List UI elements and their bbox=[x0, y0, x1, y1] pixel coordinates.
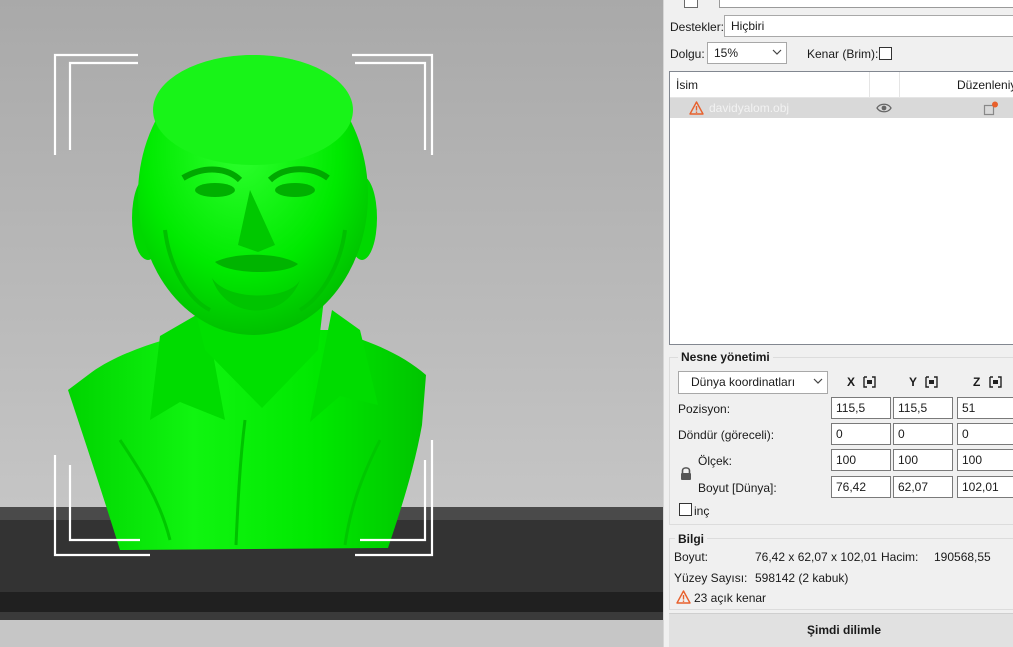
size-z-input[interactable]: 102,01 bbox=[957, 476, 1013, 498]
axis-x-header: X bbox=[847, 375, 876, 389]
size-label: Boyut [Dünya]: bbox=[698, 481, 777, 495]
rotate-z-input[interactable]: 0 bbox=[957, 423, 1013, 445]
chevron-down-icon bbox=[813, 378, 823, 384]
infill-label: Dolgu: bbox=[670, 47, 705, 61]
rotate-y-input[interactable]: 0 bbox=[893, 423, 953, 445]
column-name-header[interactable]: İsim bbox=[676, 78, 698, 92]
top-partial-control[interactable] bbox=[719, 0, 1013, 8]
top-checkbox[interactable] bbox=[684, 0, 698, 8]
brim-checkbox[interactable] bbox=[879, 47, 892, 60]
open-edges-warning[interactable]: 23 açık kenar bbox=[694, 591, 766, 605]
object-name[interactable]: davidyalom.obj bbox=[709, 101, 789, 115]
info-facets-label: Yüzey Sayısı: bbox=[674, 571, 748, 585]
top-strip bbox=[664, 0, 1013, 11]
scale-x-input[interactable]: 100 bbox=[831, 449, 891, 471]
slice-now-button[interactable]: Şimdi dilimle bbox=[669, 613, 1013, 647]
warning-icon bbox=[676, 590, 691, 604]
drop-to-bed-icon[interactable] bbox=[989, 376, 1002, 388]
edit-warning-icon[interactable] bbox=[983, 101, 999, 116]
position-y-input[interactable]: 115,5 bbox=[893, 397, 953, 419]
infill-select[interactable]: 15% bbox=[707, 42, 787, 64]
position-label: Pozisyon: bbox=[678, 402, 731, 416]
rotate-label: Döndür (göreceli): bbox=[678, 428, 775, 442]
supports-label: Destekler: bbox=[670, 20, 725, 34]
coordinate-system-value: Dünya koordinatları bbox=[691, 375, 796, 389]
info-size-label: Boyut: bbox=[674, 550, 709, 564]
object-row[interactable]: davidyalom.obj bbox=[670, 98, 1013, 118]
3d-viewport[interactable] bbox=[0, 0, 663, 647]
settings-panel: Destekler: Hiçbiri Dolgu: 15% Kenar (Bri… bbox=[663, 0, 1013, 647]
drop-to-bed-icon[interactable] bbox=[925, 376, 938, 388]
inch-label: inç bbox=[694, 504, 710, 518]
lock-icon[interactable] bbox=[679, 466, 693, 481]
infill-value: 15% bbox=[714, 46, 739, 60]
chevron-down-icon bbox=[772, 49, 782, 55]
axis-x-label: X bbox=[847, 375, 856, 389]
size-x-input[interactable]: 76,42 bbox=[831, 476, 891, 498]
info-volume-value: 190568,55 bbox=[934, 550, 991, 564]
size-y-input[interactable]: 62,07 bbox=[893, 476, 953, 498]
position-x-input[interactable]: 115,5 bbox=[831, 397, 891, 419]
object-management-title: Nesne yönetimi bbox=[678, 350, 773, 364]
scale-z-input[interactable]: 100 bbox=[957, 449, 1013, 471]
position-z-input[interactable]: 51 bbox=[957, 397, 1013, 419]
axis-z-label: Z bbox=[973, 375, 981, 389]
drop-to-bed-icon[interactable] bbox=[863, 376, 876, 388]
brim-label: Kenar (Brim): bbox=[807, 47, 879, 61]
info-facets-value: 598142 (2 kabuk) bbox=[755, 571, 849, 585]
eye-icon[interactable] bbox=[876, 102, 892, 114]
warning-icon bbox=[689, 101, 704, 115]
scale-label: Ölçek: bbox=[698, 454, 733, 468]
object-list-header: İsim Düzenleniy bbox=[670, 72, 1013, 98]
axis-y-header: Y bbox=[909, 375, 938, 389]
axis-z-header: Z bbox=[973, 375, 1002, 389]
coordinate-system-select[interactable]: Dünya koordinatları bbox=[678, 371, 828, 394]
supports-value: Hiçbiri bbox=[731, 19, 765, 33]
inch-checkbox[interactable] bbox=[679, 503, 692, 516]
axis-y-label: Y bbox=[909, 375, 918, 389]
info-size-value: 76,42 x 62,07 x 102,01 bbox=[755, 550, 878, 564]
bust-model[interactable] bbox=[68, 55, 426, 550]
info-volume-label: Hacim: bbox=[881, 550, 919, 564]
column-editing-header[interactable]: Düzenleniy bbox=[957, 78, 1013, 92]
info-title: Bilgi bbox=[675, 532, 707, 546]
supports-select[interactable]: Hiçbiri bbox=[724, 15, 1013, 37]
scene-canvas[interactable] bbox=[0, 0, 663, 647]
rotate-x-input[interactable]: 0 bbox=[831, 423, 891, 445]
object-list[interactable]: İsim Düzenleniy davidyalom.obj bbox=[669, 71, 1013, 345]
scale-y-input[interactable]: 100 bbox=[893, 449, 953, 471]
